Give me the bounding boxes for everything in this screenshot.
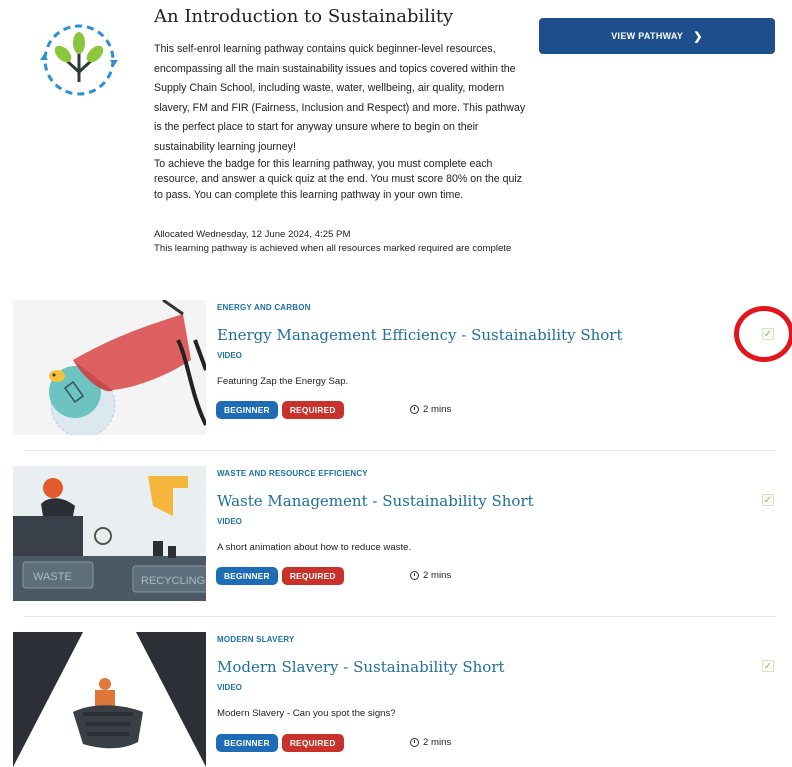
resource-row: ENERGY AND CARBON Energy Management Effi… [0, 300, 792, 450]
resource-badges: BEGINNER REQUIRED [216, 567, 344, 585]
pathway-description-2: To achieve the badge for this learning p… [154, 157, 523, 201]
modern-slavery-thumbnail [13, 632, 206, 767]
duration-label: 2 mins [423, 737, 452, 748]
pathway-allocation: Allocated Wednesday, 12 June 2024, 4:25 … [154, 228, 526, 255]
resource-description: Modern Slavery - Can you spot the signs? [217, 708, 396, 719]
check-icon: ✓ [763, 660, 773, 672]
waste-thumbnail: WASTE RECYCLING [13, 466, 206, 601]
resource-duration: 2 mins [410, 737, 451, 748]
pathway-description: This self-enrol learning pathway contain… [154, 40, 526, 203]
completion-checkbox[interactable]: ✓ [762, 660, 774, 672]
resource-category: WASTE AND RESOURCE EFFICIENCY [217, 469, 368, 478]
resource-duration: 2 mins [410, 404, 451, 415]
resource-type: VIDEO [217, 683, 242, 692]
pathway-title: An Introduction to Sustainability [154, 6, 454, 27]
resource-category: ENERGY AND CARBON [217, 303, 311, 312]
annotation-circle [734, 306, 792, 362]
clock-icon [410, 571, 419, 580]
beginner-badge: BEGINNER [216, 734, 278, 752]
resource-title-link[interactable]: Waste Management - Sustainability Short [217, 492, 534, 510]
resource-row: MODERN SLAVERY Modern Slavery - Sustaina… [0, 632, 792, 767]
view-pathway-label: VIEW PATHWAY [611, 31, 684, 41]
view-pathway-button[interactable]: VIEW PATHWAY ❯ [539, 18, 775, 54]
check-icon: ✓ [763, 494, 773, 506]
resource-badges: BEGINNER REQUIRED [216, 734, 344, 752]
clock-icon [410, 405, 419, 414]
divider [24, 450, 776, 451]
clock-icon [410, 738, 419, 747]
duration-label: 2 mins [423, 570, 452, 581]
waste-bin-label: WASTE [33, 571, 72, 583]
beginner-badge: BEGINNER [216, 567, 278, 585]
completion-checkbox[interactable]: ✓ [762, 494, 774, 506]
resource-row: WASTE RECYCLING WASTE AND RESOURCE EFFIC… [0, 466, 792, 616]
required-badge: REQUIRED [281, 401, 344, 419]
chevron-right-icon: ❯ [693, 30, 703, 43]
resource-description: A short animation about how to reduce wa… [217, 542, 412, 553]
pathway-logo-icon [40, 24, 118, 96]
resource-description: Featuring Zap the Energy Sap. [217, 376, 349, 387]
resource-title-link[interactable]: Modern Slavery - Sustainability Short [217, 658, 505, 676]
resource-badges: BEGINNER REQUIRED [216, 401, 344, 419]
required-badge: REQUIRED [281, 567, 344, 585]
beginner-badge: BEGINNER [216, 401, 278, 419]
energy-lamp-thumbnail [13, 300, 206, 435]
resource-title-link[interactable]: Energy Management Efficiency - Sustainab… [217, 326, 623, 344]
resource-category: MODERN SLAVERY [217, 635, 295, 644]
duration-label: 2 mins [423, 404, 452, 415]
resource-duration: 2 mins [410, 570, 451, 581]
divider [24, 616, 776, 617]
required-badge: REQUIRED [281, 734, 344, 752]
pathway-description-1: This self-enrol learning pathway contain… [154, 43, 526, 153]
allocated-date: Allocated Wednesday, 12 June 2024, 4:25 … [154, 229, 351, 240]
achievement-note: This learning pathway is achieved when a… [154, 242, 512, 254]
resource-type: VIDEO [217, 351, 242, 360]
resource-type: VIDEO [217, 517, 242, 526]
recycling-bin-label: RECYCLING [141, 575, 205, 587]
